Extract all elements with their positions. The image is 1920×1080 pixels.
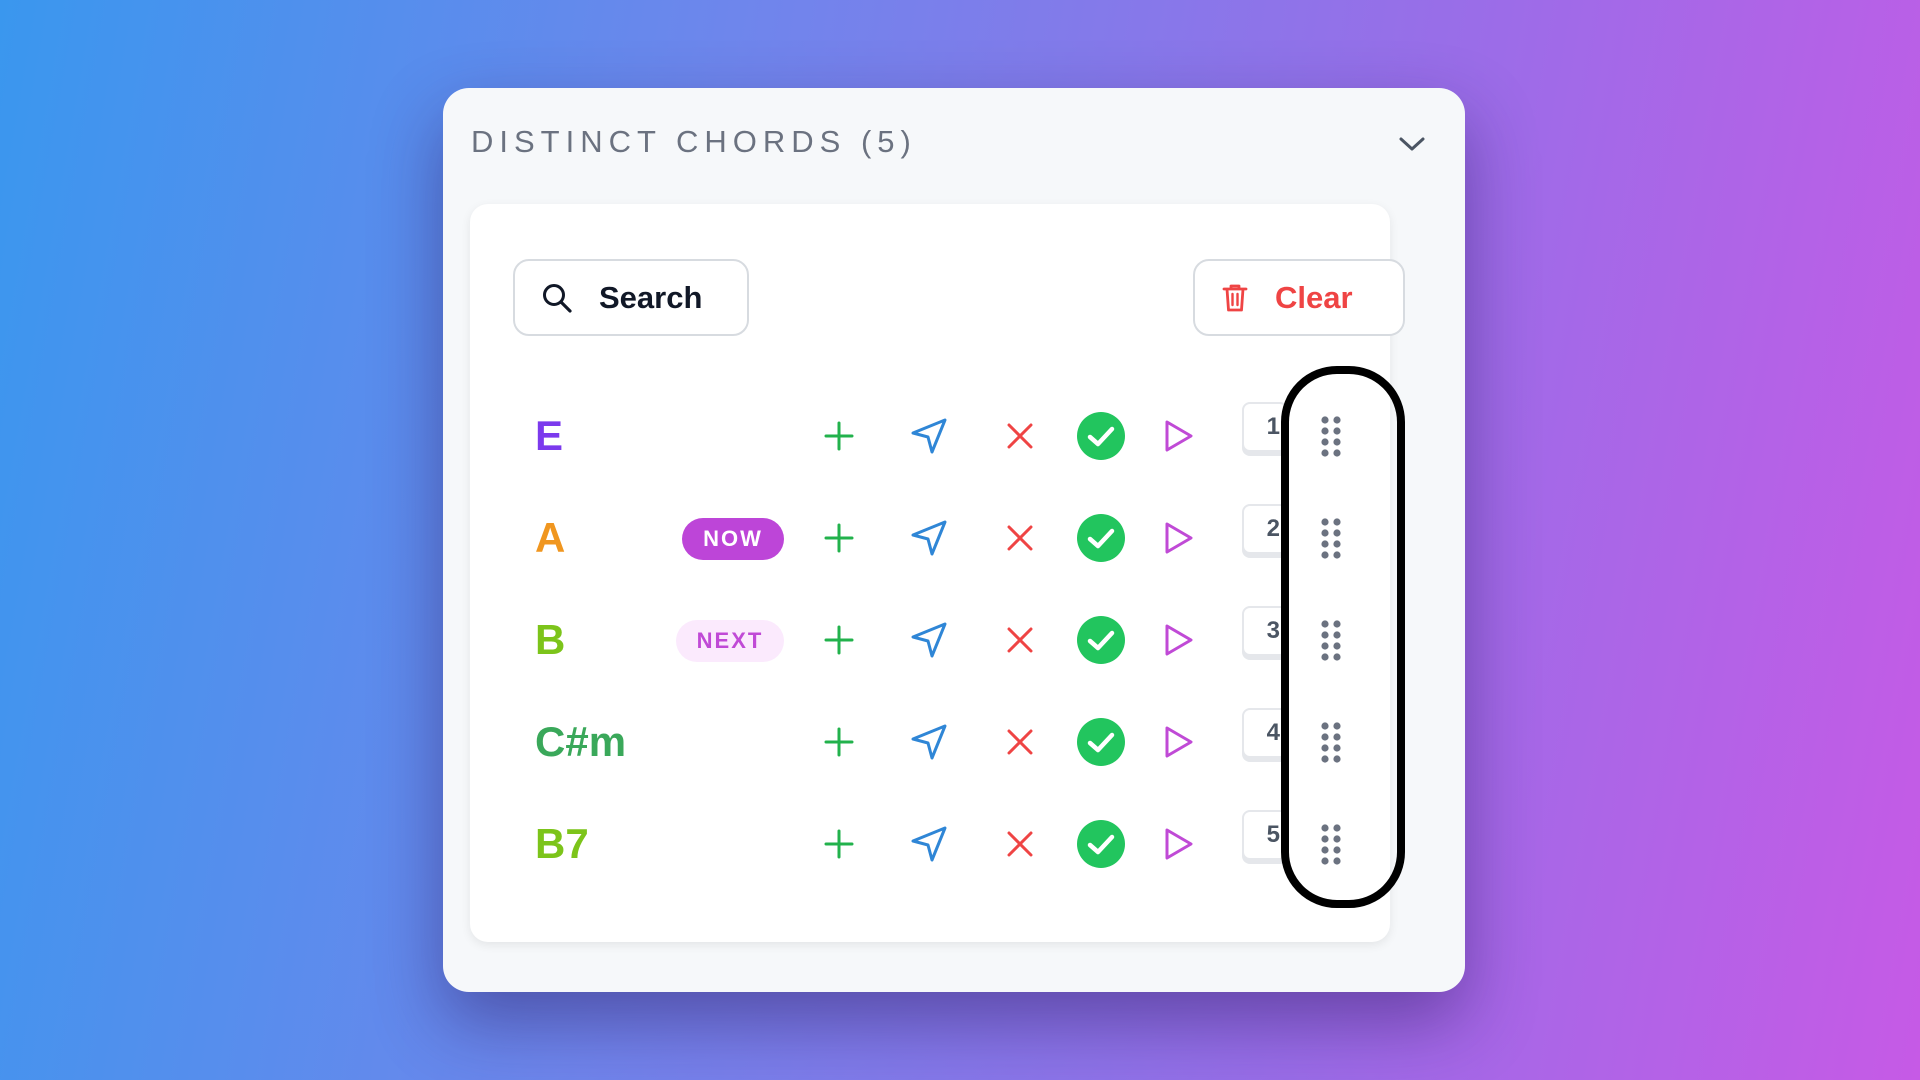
send-button[interactable]: [906, 617, 952, 663]
check-circle-icon: [1077, 820, 1125, 868]
chord-name[interactable]: B7: [535, 818, 589, 870]
chord-badge-now: NOW: [682, 518, 784, 560]
trash-icon: [1222, 284, 1248, 311]
send-button[interactable]: [906, 821, 952, 867]
chord-row: C#m 4: [470, 692, 1390, 792]
add-button[interactable]: [816, 719, 862, 765]
drag-handle-icon[interactable]: [1318, 822, 1344, 866]
check-circle-icon: [1077, 616, 1125, 664]
done-button[interactable]: [1075, 512, 1127, 564]
plus-icon: [824, 727, 854, 757]
send-button[interactable]: [906, 515, 952, 561]
add-button[interactable]: [816, 617, 862, 663]
check-circle-icon: [1077, 514, 1125, 562]
x-icon: [1007, 729, 1033, 755]
chord-name[interactable]: B: [535, 614, 565, 666]
chord-row: E 1: [470, 386, 1390, 486]
done-button[interactable]: [1075, 716, 1127, 768]
drag-handle-icon[interactable]: [1318, 414, 1344, 458]
chord-name[interactable]: E: [535, 410, 563, 462]
search-button[interactable]: Search: [513, 259, 749, 336]
send-icon: [911, 826, 947, 862]
drag-handle-icon[interactable]: [1318, 516, 1344, 560]
distinct-chords-panel: DISTINCT CHORDS (5) Search Clear E 1 A N…: [443, 88, 1465, 992]
remove-button[interactable]: [997, 617, 1043, 663]
add-button[interactable]: [816, 515, 862, 561]
done-button[interactable]: [1075, 614, 1127, 666]
play-button[interactable]: [1155, 821, 1201, 867]
play-icon: [1165, 828, 1193, 860]
x-icon: [1007, 627, 1033, 653]
chords-card: Search Clear E 1 A NOW 2 B NEXT 3 C#m 4 …: [470, 204, 1405, 942]
play-icon: [1165, 624, 1193, 656]
chord-row: B7 5: [470, 794, 1390, 894]
order-number: 1: [1242, 402, 1288, 452]
chord-row: B NEXT 3: [470, 590, 1390, 690]
order-number: 3: [1242, 606, 1288, 656]
clear-button[interactable]: Clear: [1193, 259, 1405, 336]
drag-handle-icon[interactable]: [1318, 720, 1344, 764]
remove-button[interactable]: [997, 821, 1043, 867]
plus-icon: [824, 625, 854, 655]
play-button[interactable]: [1155, 515, 1201, 561]
send-icon: [911, 724, 947, 760]
send-icon: [911, 520, 947, 556]
play-button[interactable]: [1155, 413, 1201, 459]
panel-title: DISTINCT CHORDS (5): [471, 124, 917, 159]
chevron-down-icon[interactable]: [1397, 134, 1427, 154]
x-icon: [1007, 525, 1033, 551]
clear-label: Clear: [1275, 279, 1353, 315]
search-label: Search: [599, 279, 703, 315]
play-icon: [1165, 726, 1193, 758]
play-icon: [1165, 522, 1193, 554]
chord-name[interactable]: C#m: [535, 716, 626, 768]
order-number: 2: [1242, 504, 1288, 554]
search-icon: [543, 283, 572, 313]
send-button[interactable]: [906, 719, 952, 765]
chord-name[interactable]: A: [535, 512, 565, 564]
plus-icon: [824, 523, 854, 553]
play-button[interactable]: [1155, 719, 1201, 765]
x-icon: [1007, 423, 1033, 449]
order-number: 4: [1242, 708, 1288, 758]
chord-row: A NOW 2: [470, 488, 1390, 588]
done-button[interactable]: [1075, 818, 1127, 870]
check-circle-icon: [1077, 412, 1125, 460]
check-circle-icon: [1077, 718, 1125, 766]
order-number: 5: [1242, 810, 1288, 860]
send-icon: [911, 622, 947, 658]
play-icon: [1165, 420, 1193, 452]
drag-handle-icon[interactable]: [1318, 618, 1344, 662]
send-button[interactable]: [906, 413, 952, 459]
add-button[interactable]: [816, 413, 862, 459]
x-icon: [1007, 831, 1033, 857]
plus-icon: [824, 421, 854, 451]
chord-badge-next: NEXT: [676, 620, 784, 662]
send-icon: [911, 418, 947, 454]
remove-button[interactable]: [997, 515, 1043, 561]
play-button[interactable]: [1155, 617, 1201, 663]
add-button[interactable]: [816, 821, 862, 867]
remove-button[interactable]: [997, 413, 1043, 459]
done-button[interactable]: [1075, 410, 1127, 462]
remove-button[interactable]: [997, 719, 1043, 765]
plus-icon: [824, 829, 854, 859]
